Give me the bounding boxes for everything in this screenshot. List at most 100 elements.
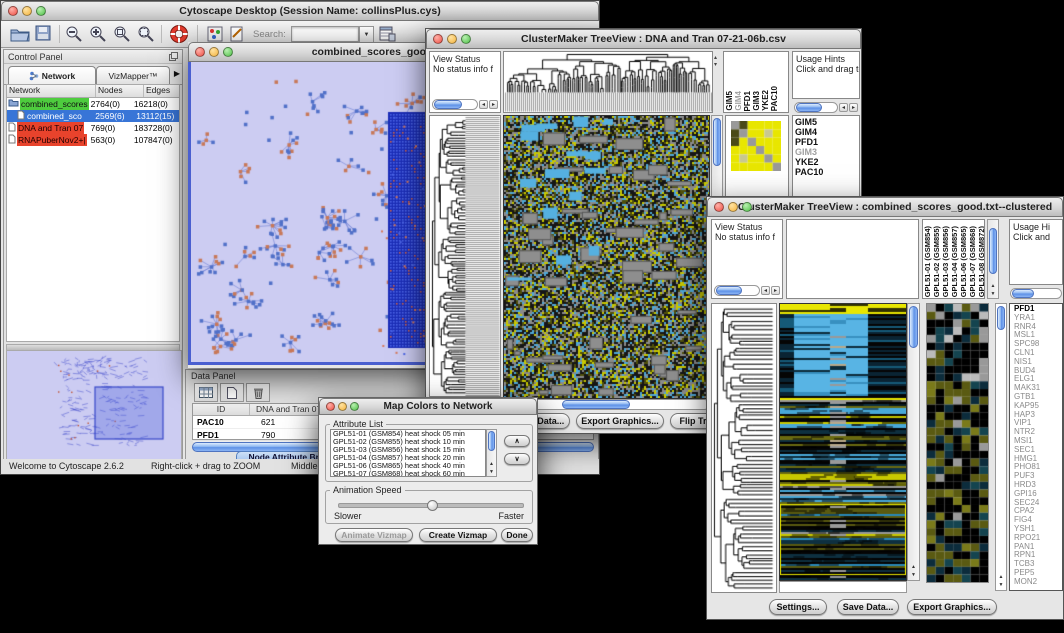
export-graphics-button[interactable]: Export Graphics... [907, 599, 997, 615]
col-network[interactable]: Network [7, 85, 96, 97]
minimize-icon[interactable] [22, 6, 32, 16]
open-file-icon[interactable] [9, 24, 31, 44]
close-icon[interactable] [433, 34, 443, 44]
treeview2-labels-vscrollbar[interactable]: ▲ ▼ [987, 219, 999, 299]
zoom-out-icon[interactable] [65, 25, 83, 48]
scroll-left-icon[interactable]: ◂ [761, 286, 770, 295]
scroll-up-icon[interactable]: ▲ [988, 283, 998, 289]
save-icon[interactable] [35, 25, 51, 46]
zoom-fit-icon[interactable] [137, 25, 155, 48]
delete-attribute-trash-icon[interactable] [246, 383, 270, 402]
column-label[interactable]: GPL51-04 (GSM857) [951, 226, 959, 297]
new-attribute-icon[interactable] [220, 383, 244, 402]
column-label[interactable]: PFD1 [744, 91, 752, 111]
data-col-id[interactable]: ID [193, 404, 250, 415]
column-label[interactable]: GIM3 [753, 91, 761, 111]
column-label[interactable]: GPL51-01 (GSM854) [924, 226, 932, 297]
close-icon[interactable] [8, 6, 18, 16]
treeview1-summary-heatmap[interactable] [731, 121, 781, 171]
row-label[interactable]: PFD1 [795, 137, 859, 147]
treeview2-titlebar[interactable]: ClusterMaker TreeView : combined_scores_… [707, 197, 1063, 217]
attribute-list[interactable]: GPL51-01 (GSM854) heat shock 05 minGPL51… [330, 429, 486, 477]
close-icon[interactable] [714, 202, 724, 212]
treeview2-row-dendrogram[interactable] [711, 303, 777, 593]
row-label[interactable]: YKE2 [795, 157, 859, 167]
treeview1-heatmap[interactable] [503, 115, 710, 399]
tab-network[interactable]: Network [8, 66, 96, 84]
scroll-down-icon[interactable]: ▼ [988, 291, 998, 297]
network-list-row[interactable]: DNA and Tran 07769(0)183728(0) [7, 122, 179, 134]
treeview2-heatmap[interactable] [779, 303, 907, 581]
column-label[interactable]: PAC10 [771, 86, 779, 111]
column-label[interactable]: GPL51-02 (GSM855) [933, 226, 941, 297]
treeview2-vscrollbar[interactable]: ▲ ▼ [907, 303, 920, 581]
scroll-left-icon[interactable]: ◂ [479, 100, 488, 109]
column-label[interactable]: GPL51-03 (GSM856) [942, 226, 950, 297]
view-status-hscrollbar[interactable] [714, 285, 760, 296]
slider-thumb[interactable] [427, 500, 438, 511]
usage-hints-hscrollbar[interactable] [1010, 288, 1062, 299]
main-titlebar[interactable]: Cytoscape Desktop (Session Name: collins… [1, 1, 599, 21]
scroll-up-icon[interactable]: ▲ [996, 574, 1006, 580]
settings-button[interactable]: Settings... [769, 599, 827, 615]
row-label[interactable]: GIM4 [795, 127, 859, 137]
treeview2-genes-vscrollbar[interactable]: ▲ ▼ [995, 303, 1007, 591]
scroll-down-icon[interactable]: ▼ [908, 572, 919, 578]
search-input[interactable] [291, 26, 359, 42]
scroll-up-icon[interactable]: ▲ [487, 461, 496, 467]
scroll-right-icon[interactable]: ▸ [849, 103, 858, 112]
scroll-right-icon[interactable]: ▸ [489, 100, 498, 109]
gene-label[interactable]: MON2 [1012, 578, 1062, 587]
attribute-list-vscrollbar[interactable]: ▲ ▼ [486, 429, 497, 477]
close-icon[interactable] [326, 402, 335, 411]
column-label[interactable]: GPL51-07 (GSM868) [969, 226, 977, 297]
birdseye-view-canvas[interactable] [6, 350, 182, 460]
create-vizmap-button[interactable]: Create Vizmap [419, 528, 497, 542]
dendro-scroll-arrows[interactable]: ▴▾ [714, 55, 717, 69]
zoom-selected-icon[interactable] [113, 25, 131, 48]
dialog-titlebar[interactable]: Map Colors to Network [319, 398, 537, 415]
window-controls[interactable] [8, 6, 46, 16]
col-nodes[interactable]: Nodes [96, 85, 144, 97]
animation-speed-slider[interactable] [338, 503, 524, 508]
usage-hints-hscrollbar[interactable] [794, 102, 838, 113]
zoom-window-icon[interactable] [223, 47, 233, 57]
zoom-in-icon[interactable] [89, 25, 107, 48]
move-down-button[interactable]: ∨ [504, 453, 530, 465]
treeview2-heatmap-hscrollbar[interactable] [779, 581, 907, 593]
col-edges[interactable]: Edges [144, 85, 170, 97]
column-label[interactable]: GIM4 [735, 91, 743, 111]
minimize-icon[interactable] [209, 47, 219, 57]
tab-vizmapper[interactable]: VizMapper™ [96, 66, 170, 84]
animate-vizmap-button[interactable]: Animate Vizmap [335, 528, 413, 542]
attribute-list-item[interactable]: GPL51-07 (GSM868) heat shock 60 min [331, 470, 485, 477]
network-list-row[interactable]: combined_scores2764(0)16218(0) [7, 98, 179, 110]
close-icon[interactable] [195, 47, 205, 57]
treeview1-top-dendrogram[interactable] [503, 51, 713, 113]
treeview1-titlebar[interactable]: ClusterMaker TreeView : DNA and Tran 07-… [426, 29, 861, 49]
zoom-window-icon[interactable] [350, 402, 359, 411]
scroll-down-icon[interactable]: ▼ [487, 469, 496, 475]
row-label[interactable]: PAC10 [795, 167, 859, 177]
row-label[interactable]: GIM3 [795, 147, 859, 157]
tab-overflow-icon[interactable]: ▶ [174, 69, 180, 78]
column-label[interactable]: GPL51-06 (GSM865) [960, 226, 968, 297]
done-button[interactable]: Done [501, 528, 533, 542]
export-graphics-button[interactable]: Export Graphics... [576, 413, 664, 429]
column-label[interactable]: GIM5 [726, 91, 734, 111]
network-list-row[interactable]: RNAPuberNov2+|563(0)107847(0) [7, 134, 179, 146]
treeview2-zoom-heatmap[interactable] [926, 303, 989, 583]
zoom-window-icon[interactable] [36, 6, 46, 16]
table-icon[interactable] [194, 383, 218, 402]
row-label[interactable]: GIM5 [795, 117, 859, 127]
scroll-left-icon[interactable]: ◂ [839, 103, 848, 112]
scroll-down-icon[interactable]: ▼ [996, 582, 1006, 588]
column-label[interactable]: GPL51-08 (GSM872) [978, 226, 985, 297]
scroll-right-icon[interactable]: ▸ [771, 286, 780, 295]
minimize-icon[interactable] [447, 34, 457, 44]
help-lifering-icon[interactable] [169, 24, 189, 49]
minimize-icon[interactable] [338, 402, 347, 411]
zoom-window-icon[interactable] [742, 202, 752, 212]
float-panel-icon[interactable] [169, 48, 178, 66]
zoom-window-icon[interactable] [461, 34, 471, 44]
